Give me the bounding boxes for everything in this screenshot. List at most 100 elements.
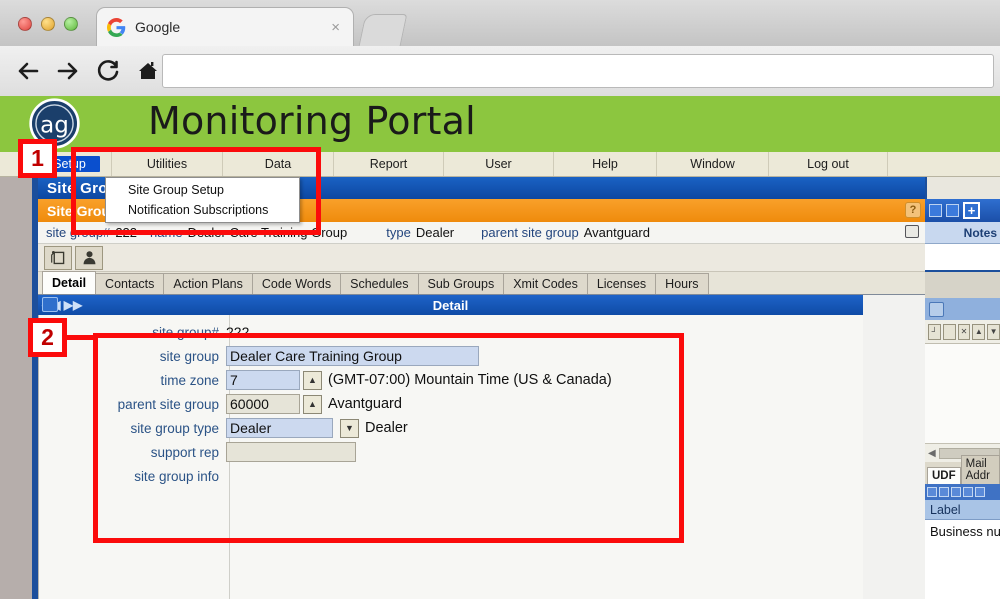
summary-name-value: Dealer Care Training Group <box>187 225 348 240</box>
address-bar[interactable] <box>162 54 994 88</box>
contact-person-button[interactable] <box>75 245 103 270</box>
note-icon[interactable] <box>905 225 919 238</box>
menu-item-utilities[interactable]: Utilities <box>112 152 223 176</box>
copy-document-icon <box>50 250 64 265</box>
site-group-input[interactable]: Dealer Care Training Group <box>226 346 479 366</box>
field-row-site-group-info: site group info <box>38 465 226 487</box>
tab-licenses[interactable]: Licenses <box>586 273 657 294</box>
menu-option-site-group-setup[interactable]: Site Group Setup <box>106 180 299 200</box>
field-row-site-group-type: site group type Dealer ▼ Dealer <box>38 417 408 439</box>
menu-item-window[interactable]: Window <box>657 152 769 176</box>
setup-dropdown-menu: Site Group Setup Notification Subscripti… <box>105 177 300 223</box>
forward-arrow-icon <box>57 62 78 80</box>
browser-nav-icons <box>10 54 166 88</box>
tab-udf[interactable]: UDF <box>927 467 961 484</box>
grid-icon[interactable] <box>942 323 956 340</box>
detail-tabs: Detail Contacts Action Plans Code Words … <box>38 271 925 295</box>
tab-action-plans-label: Action Plans <box>173 277 243 291</box>
reload-button[interactable] <box>90 54 126 88</box>
grid-list-icon[interactable] <box>927 487 937 497</box>
site-group-type-input[interactable]: Dealer <box>226 418 333 438</box>
detail-window-icon <box>42 297 58 312</box>
detail-panel-title-label: Detail <box>432 297 469 313</box>
summary-type-label: type <box>386 225 411 240</box>
grid-add-icon[interactable] <box>951 487 961 497</box>
tab-schedules[interactable]: Schedules <box>340 273 419 294</box>
summary-site-group-num-label: site group# <box>46 225 111 240</box>
close-window-button[interactable] <box>18 17 32 31</box>
summary-name-label: name <box>150 225 183 240</box>
parent-site-group-input[interactable]: 60000 <box>226 394 300 414</box>
menu-item-data[interactable]: Data <box>223 152 334 176</box>
notes-list[interactable] <box>925 244 1000 272</box>
time-zone-lookup-button[interactable]: ▲ <box>303 370 322 390</box>
time-zone-input[interactable]: 7 <box>226 370 300 390</box>
grid-next-icon[interactable] <box>975 487 985 497</box>
move-up-icon[interactable]: ▲ <box>972 323 986 340</box>
tab-detail-label: Detail <box>52 276 87 290</box>
person-icon <box>83 251 95 265</box>
field-label-site-group-info: site group info <box>134 468 219 484</box>
browser-tab-google[interactable]: Google × <box>96 7 354 46</box>
site-group-type-description: Dealer <box>365 420 408 436</box>
support-rep-input[interactable] <box>226 442 356 462</box>
reload-icon <box>97 60 119 81</box>
maximize-window-button[interactable] <box>64 17 78 31</box>
trash-icon[interactable] <box>929 301 944 317</box>
grid-save-icon[interactable] <box>963 487 973 497</box>
right-side-panel: + Notes ┘ ✕ ▲ ▼ ◀ UDF Mail Addr Label Bu… <box>925 177 1000 599</box>
udf-list-area[interactable] <box>925 344 1000 443</box>
list-item[interactable]: Business number <box>925 520 1000 542</box>
udf-column-header-label: Label <box>930 502 961 517</box>
menu-item-report[interactable]: Report <box>334 152 444 176</box>
google-icon <box>107 17 126 37</box>
udf-grid-toolbar <box>925 484 1000 500</box>
add-note-button[interactable]: + <box>963 202 980 219</box>
scroll-left-icon[interactable]: ◀ <box>928 448 936 459</box>
move-down-icon[interactable]: ▼ <box>987 323 1000 340</box>
tab-detail[interactable]: Detail <box>42 271 97 294</box>
tab-xmit-codes[interactable]: Xmit Codes <box>503 273 588 294</box>
minimize-window-button[interactable] <box>41 17 55 31</box>
help-icon[interactable]: ? <box>905 202 921 218</box>
record-summary-bar: site group# 222 name Dealer Care Trainin… <box>38 222 925 244</box>
annotation-badge-1: 1 <box>18 139 57 178</box>
annotation-connector-2 <box>67 335 97 340</box>
new-tab-button[interactable] <box>358 14 408 46</box>
field-label-time-zone: time zone <box>160 372 219 388</box>
menu-item-logout[interactable]: Log out <box>769 152 888 176</box>
tab-hours-label: Hours <box>665 277 699 291</box>
field-row-site-group: site group Dealer Care Training Group <box>38 345 479 367</box>
notes-column-header: Notes <box>925 222 1000 244</box>
chevron-down-icon[interactable]: ▼ <box>340 418 359 438</box>
tab-action-plans[interactable]: Action Plans <box>163 273 253 294</box>
edit-pencil-icon[interactable] <box>946 204 959 217</box>
udf-toolbar-top <box>925 298 1000 320</box>
grid-edit-icon[interactable] <box>939 487 949 497</box>
panel-gap <box>925 272 1000 298</box>
udf-column-header: Label <box>925 500 1000 520</box>
tab-xmit-codes-label: Xmit Codes <box>513 277 578 291</box>
menu-item-user[interactable]: User <box>444 152 554 176</box>
menu-item-user-label: User <box>485 157 512 171</box>
menu-item-help[interactable]: Help <box>554 152 657 176</box>
field-label-support-rep: support rep <box>150 444 219 460</box>
tab-sub-groups[interactable]: Sub Groups <box>417 273 505 294</box>
delete-x-icon[interactable]: ✕ <box>957 323 971 340</box>
tab-contacts[interactable]: Contacts <box>95 273 165 294</box>
menu-option-notification-subscriptions[interactable]: Notification Subscriptions <box>106 200 299 220</box>
tab-hours[interactable]: Hours <box>655 273 709 294</box>
application-window: Site Group Setup Site Group Setup ? site… <box>0 177 1000 599</box>
close-icon[interactable]: × <box>328 19 343 36</box>
copy-record-button[interactable] <box>44 245 72 270</box>
main-menubar: Setup Utilities Data Report User Help Wi… <box>0 152 1000 177</box>
tab-code-words[interactable]: Code Words <box>251 273 342 294</box>
list-icon[interactable] <box>929 204 942 217</box>
udf-toolbar-buttons: ┘ ✕ ▲ ▼ <box>925 320 1000 344</box>
parent-site-group-lookup-button[interactable]: ▲ <box>303 394 322 414</box>
summary-type-value: Dealer <box>415 225 455 240</box>
back-button[interactable] <box>10 54 46 88</box>
forward-button[interactable] <box>50 54 86 88</box>
home-button[interactable] <box>130 54 166 88</box>
tab-mail-addr[interactable]: Mail Addr <box>960 455 1000 484</box>
